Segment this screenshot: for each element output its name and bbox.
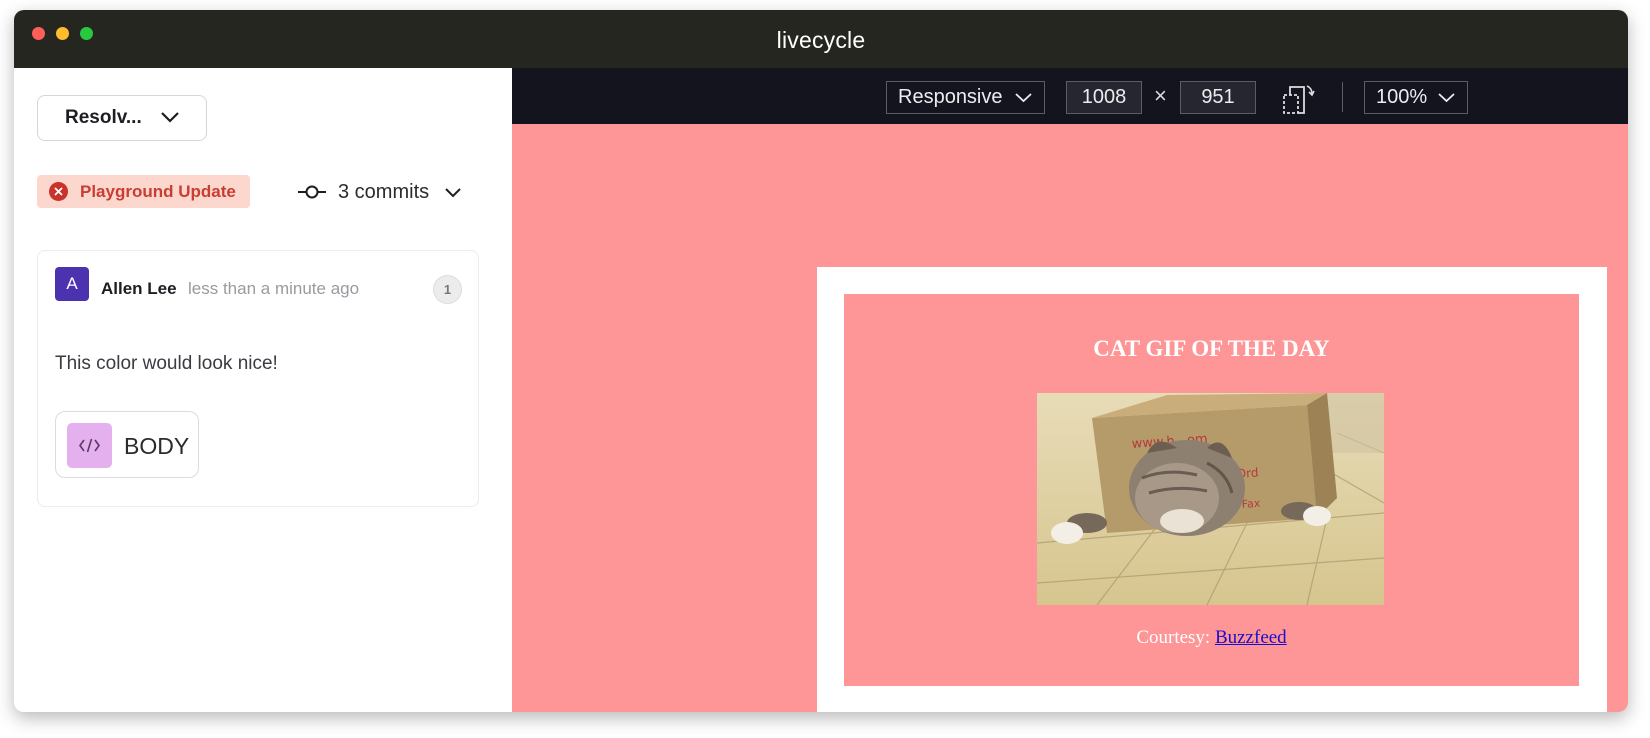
page-frame: CAT GIF OF THE DAY www.h...om Ord Fax Co…	[817, 267, 1607, 712]
rotate-device-icon[interactable]	[1281, 83, 1315, 115]
commits-count-label: 3 commits	[338, 180, 430, 203]
element-reference-chip[interactable]: BODY	[55, 411, 199, 478]
preview-canvas[interactable]: CAT GIF OF THE DAY www.h...om Ord Fax Co…	[512, 124, 1628, 712]
comment-text: This color would look nice!	[55, 353, 278, 374]
comments-panel: Resolv... Playground Update 3 commits A …	[14, 68, 512, 712]
toolbar-divider	[1342, 82, 1343, 112]
comment-card[interactable]: A Allen Lee less than a minute ago 1 Thi…	[37, 250, 479, 507]
avatar: A	[55, 267, 89, 301]
chevron-down-icon	[1015, 93, 1032, 103]
cat-gif-image: www.h...om Ord Fax	[1037, 393, 1384, 605]
chevron-down-icon	[161, 112, 179, 123]
comment-timestamp: less than a minute ago	[188, 279, 360, 298]
zoom-select[interactable]: 100%	[1364, 81, 1468, 114]
app-window: livecycle Resolv... Playground Update 3 …	[14, 10, 1628, 712]
page-heading: CAT GIF OF THE DAY	[1093, 336, 1330, 361]
dimension-separator: ×	[1154, 83, 1167, 108]
chevron-down-icon	[445, 187, 461, 197]
courtesy-line: Courtesy: Buzzfeed	[844, 627, 1579, 649]
device-mode-label: Responsive	[898, 86, 1003, 108]
code-icon	[67, 423, 112, 468]
resolve-status-label: Resolv...	[65, 107, 142, 128]
git-commit-icon	[298, 185, 326, 199]
device-mode-select[interactable]: Responsive	[886, 81, 1045, 114]
courtesy-prefix: Courtesy:	[1136, 627, 1215, 648]
preview-toolbar: Responsive 1008 × 951 100%	[512, 68, 1628, 124]
cat-in-box-illustration: www.h...om Ord Fax	[1037, 393, 1384, 605]
element-tag-label: BODY	[124, 433, 190, 459]
svg-text:Fax: Fax	[1241, 497, 1261, 511]
commits-dropdown[interactable]: 3 commits	[298, 178, 461, 206]
title-bar: livecycle	[14, 10, 1628, 68]
x-circle-icon	[49, 182, 68, 201]
resolve-status-dropdown[interactable]: Resolv...	[37, 95, 207, 141]
chevron-down-icon	[1438, 93, 1455, 103]
branch-status-badge[interactable]: Playground Update	[37, 175, 250, 208]
viewport-height-input[interactable]: 951	[1180, 81, 1256, 114]
branch-name: Playground Update	[80, 181, 236, 201]
page-body[interactable]: CAT GIF OF THE DAY www.h...om Ord Fax Co…	[844, 294, 1579, 686]
viewport-width-input[interactable]: 1008	[1066, 81, 1142, 114]
comment-author: Allen Lee	[101, 279, 177, 298]
window-title: livecycle	[776, 27, 866, 53]
buzzfeed-link[interactable]: Buzzfeed	[1215, 627, 1287, 648]
zoom-label: 100%	[1376, 86, 1428, 108]
reply-count-badge[interactable]: 1	[433, 275, 462, 304]
